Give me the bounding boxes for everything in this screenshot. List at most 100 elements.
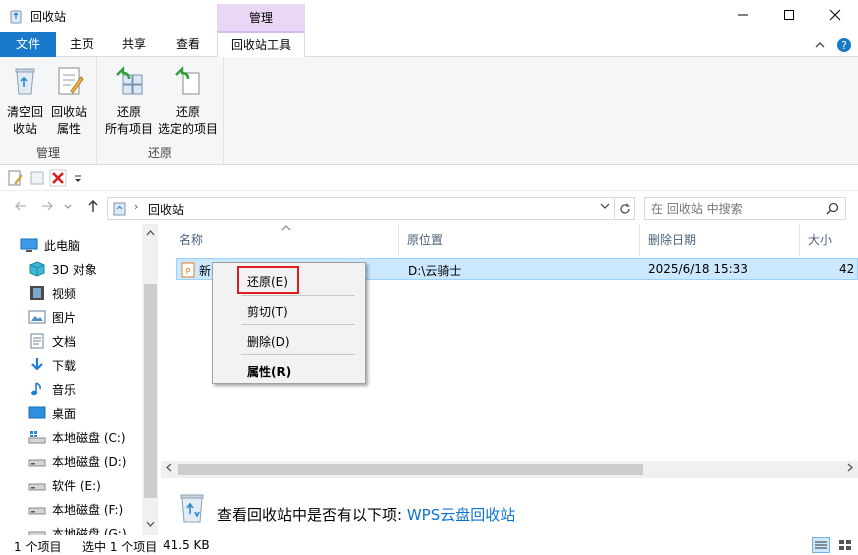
recycle-bin-properties-button[interactable]: 回收站 属性 [46,61,92,138]
column-header-size[interactable]: 大小 [800,224,858,256]
sidebar-item-drive-f[interactable]: 本地磁盘 (F:) [28,497,123,521]
sidebar-item-documents[interactable]: 文档 [28,329,76,353]
restore-selected-button[interactable]: 还原 选定的项目 [155,61,221,138]
properties-label-2: 属性 [56,122,81,136]
tab-file[interactable]: 文件 [0,32,56,57]
sidebar-item-videos[interactable]: 视频 [28,281,76,305]
nav-scroll-thumb[interactable] [144,284,157,498]
empty-bin-label-2: 收站 [12,122,37,136]
column-header-date-deleted[interactable]: 删除日期 [640,224,800,256]
column-header-name[interactable]: 名称 [171,224,399,256]
restore-selected-icon [175,66,200,95]
wps-cloud-bar: 查看回收站中是否有以下项: WPS云盘回收站 [161,478,858,535]
help-icon[interactable]: ? [836,37,852,53]
restore-selected-label-2: 选定的项目 [157,122,218,136]
menu-separator [241,354,355,355]
details-view-icon[interactable] [812,537,830,553]
restore-all-label-2: 所有项目 [104,122,153,136]
menu-item-cut[interactable]: 剪切(T) [247,303,288,320]
scroll-up-icon[interactable] [142,226,158,242]
document-icon [30,333,44,349]
restore-selected-label-1: 还原 [175,105,200,119]
context-menu: 还原(E) 剪切(T) 删除(D) 属性(R) [212,262,366,384]
tab-home[interactable]: 主页 [60,32,104,57]
menu-item-properties[interactable]: 属性(R) [247,363,291,380]
delete-quick-icon[interactable] [49,169,67,187]
back-button[interactable] [12,199,30,217]
up-button[interactable] [84,199,102,217]
close-button[interactable] [812,0,858,30]
sidebar-item-desktop[interactable]: 桌面 [28,401,76,425]
file-original-location: D:\云骑士 [408,264,462,278]
sidebar-item-drive-d[interactable]: 本地磁盘 (D:) [28,449,126,473]
column-header-original-location[interactable]: 原位置 [399,224,640,256]
sidebar-item-label: 3D 对象 [52,262,97,277]
navigation-pane: 此电脑 3D 对象 视频 图片 文档 下载 音乐 桌面 本地磁盘 (C:) 本地… [0,224,160,535]
customize-toolbar-icon[interactable] [72,169,84,187]
breadcrumb[interactable]: 回收站 [148,201,184,218]
tab-view[interactable]: 查看 [164,32,212,57]
sidebar-item-drive-g[interactable]: 本地磁盘 (G:) [28,521,127,535]
minimize-button[interactable] [720,0,766,30]
drive-icon [28,459,46,467]
minimize-icon [738,14,748,16]
sidebar-item-label: 视频 [52,286,77,301]
sidebar-item-label: 本地磁盘 (F:) [52,502,124,517]
tab-share[interactable]: 共享 [112,32,156,57]
sidebar-item-music[interactable]: 音乐 [28,377,76,401]
menu-item-delete[interactable]: 删除(D) [247,333,290,350]
large-icons-view-icon[interactable] [836,537,854,553]
sidebar-item-label: 音乐 [52,382,77,397]
sidebar-item-this-pc[interactable]: 此电脑 [20,233,80,257]
group-label-restore: 还原 [147,146,172,160]
recycle-bin-icon [180,494,204,523]
horizontal-scroll-thumb[interactable] [178,464,643,475]
status-bar: 1 个项目 选中 1 个项目 41.5 KB [0,535,858,555]
scroll-right-icon[interactable] [842,461,858,478]
sidebar-item-drive-c[interactable]: 本地磁盘 (C:) [28,425,126,449]
status-item-count: 1 个项目 [14,540,62,554]
wps-document-icon: P [181,262,195,278]
context-tab-header: 管理 [217,4,305,32]
sidebar-item-3d-objects[interactable]: 3D 对象 [28,257,97,281]
restore-all-button[interactable]: 还原 所有项目 [99,61,159,138]
cube-icon [29,261,45,277]
sidebar-item-drive-e[interactable]: 软件 (E:) [28,473,101,497]
address-bar[interactable]: › 回收站 [107,197,615,220]
search-icon[interactable] [826,202,839,215]
search-input[interactable] [651,200,821,217]
scroll-down-icon[interactable] [142,517,158,533]
refresh-button[interactable] [615,197,635,220]
restore-all-label-1: 还原 [116,105,141,119]
scroll-left-icon[interactable] [161,461,177,478]
ribbon: 清空回 收站 回收站 属性 管理 还原 所有项目 还原 选定的项目 还原 [0,57,858,165]
file-date-deleted: 2025/6/18 15:33 [648,262,748,276]
horizontal-scrollbar[interactable] [161,461,858,478]
search-box[interactable] [644,197,846,220]
drive-icon [28,507,46,515]
collapse-ribbon-icon[interactable] [814,40,826,50]
tab-recycle-bin-tools[interactable]: 回收站工具 [217,31,305,57]
address-dropdown-icon[interactable] [600,201,610,214]
empty-recycle-bin-button[interactable]: 清空回 收站 [2,61,48,138]
nav-scrollbar[interactable] [142,224,158,535]
file-size: 42 [839,262,855,276]
windows-drive-icon [28,431,46,444]
forward-button[interactable] [38,199,56,217]
menu-separator [241,295,355,296]
maximize-button[interactable] [766,0,812,30]
sidebar-item-pictures[interactable]: 图片 [28,305,76,329]
music-note-icon [31,382,41,396]
new-folder-quick-icon[interactable] [28,169,46,187]
properties-quick-icon[interactable] [6,169,24,187]
sidebar-item-downloads[interactable]: 下载 [28,353,76,377]
back-arrow-icon [15,201,26,211]
ribbon-tabs: 文件 主页 共享 查看 回收站工具 ? [0,31,858,57]
quick-access-toolbar [0,165,858,191]
address-row: › 回收站 [0,192,858,224]
menu-item-restore[interactable]: 还原(E) [247,273,288,290]
recent-locations-button[interactable] [62,199,74,217]
menu-separator [241,324,355,325]
wps-cloud-recycle-link[interactable]: WPS云盘回收站 [407,506,515,524]
breadcrumb-separator-icon[interactable]: › [134,200,138,213]
